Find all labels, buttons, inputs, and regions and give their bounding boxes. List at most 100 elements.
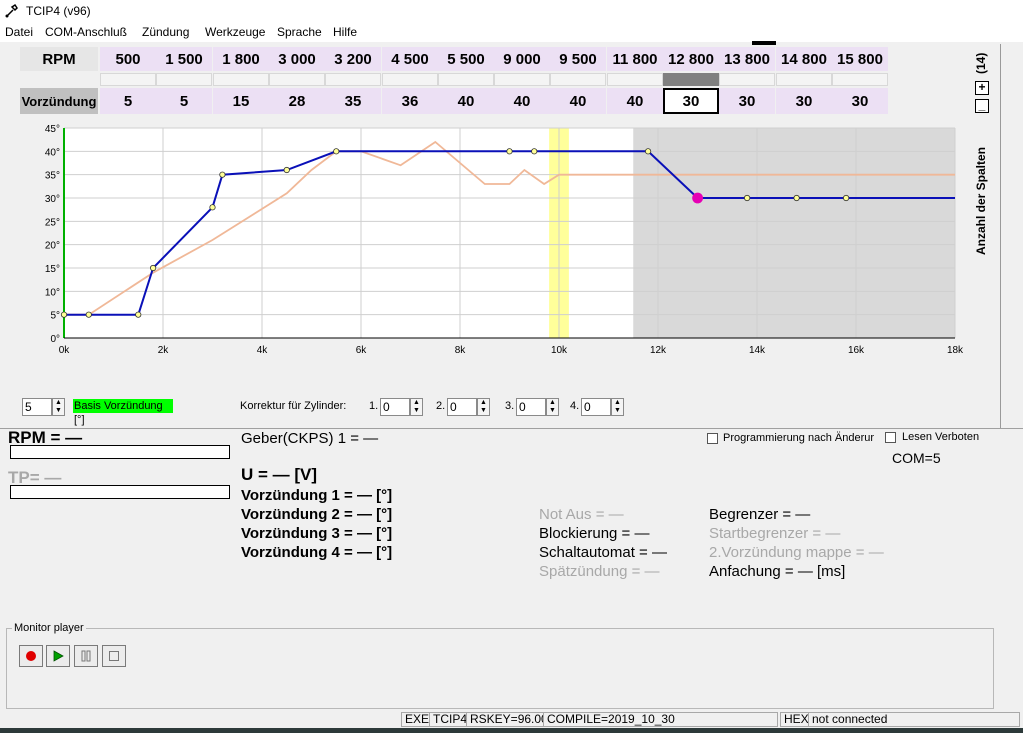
column-selector[interactable] (100, 73, 156, 86)
rpm-cell[interactable]: 9 500 (550, 47, 606, 71)
vorzuendung-cell[interactable]: 5 (100, 88, 156, 114)
vorzuendung-cell[interactable]: 28 (269, 88, 325, 114)
curve-point[interactable] (219, 171, 226, 178)
menu-sprache[interactable]: Sprache (277, 25, 322, 39)
record-icon (26, 651, 36, 661)
menu-werkzeuge[interactable]: Werkzeuge (205, 25, 265, 39)
selected-point[interactable] (692, 192, 703, 204)
rpm-cell[interactable]: 3 000 (269, 47, 325, 71)
vorzuendung-cell[interactable]: 36 (382, 88, 438, 114)
rpm-cell[interactable]: 5 500 (438, 47, 494, 71)
vorzuendung-cell[interactable]: 30 (719, 88, 775, 114)
title-bar: TCIP4 (v96) (0, 0, 1023, 22)
pause-icon (81, 650, 91, 662)
column-selector[interactable] (832, 73, 888, 86)
rpm-cell[interactable]: 15 800 (832, 47, 888, 71)
rpm-cell[interactable]: 9 000 (494, 47, 550, 71)
basis-vorzuendung-label: Basis Vorzündung [°] (73, 399, 173, 426)
vorzuendung-cell[interactable]: 30 (776, 88, 832, 114)
curve-point[interactable] (842, 194, 850, 202)
x-tick-label: 6k (356, 345, 368, 356)
x-tick-label: 12k (650, 345, 667, 356)
column-selector[interactable] (776, 73, 832, 86)
ignition-curve-chart[interactable]: 0k 2k 4k 6k 8k 10k 12k 14k 16k 18k 0° 5° 10° 15° 20° 25… (0, 118, 975, 358)
vorzuendung-cell[interactable]: 40 (607, 88, 663, 114)
rpm-cell[interactable]: 12 800 (663, 47, 719, 71)
pause-button[interactable] (74, 645, 98, 667)
rpm-cell[interactable]: 4 500 (382, 47, 438, 71)
cylinder-4-spinner[interactable]: ▲ ▼ (611, 398, 624, 416)
curve-point[interactable] (283, 166, 290, 174)
vorzuendung-cell[interactable]: 15 (213, 88, 269, 114)
stop-button[interactable] (102, 645, 126, 667)
menu-hilfe[interactable]: Hilfe (333, 25, 357, 39)
taskbar-strip (0, 728, 1023, 733)
vorzuendung-cell[interactable]: 35 (325, 88, 381, 114)
remove-column-button[interactable]: _ (975, 99, 989, 113)
monitor-player-title: Monitor player (12, 622, 86, 634)
cylinder-2-spinner[interactable]: ▲ ▼ (477, 398, 490, 416)
curve-point[interactable] (150, 264, 157, 272)
vorzuendung-mappe-readout: 2.Vorzündung mappe = — (709, 544, 884, 561)
rpm-cell[interactable]: 13 800 (719, 47, 775, 71)
voltage-readout: U = — [V] (241, 465, 318, 484)
column-selector[interactable] (325, 73, 381, 86)
cylinder-2-input[interactable]: 0 (447, 398, 477, 416)
statusbar-rskey: RSKEY=96.00 (466, 712, 552, 727)
vorzuendung-cell-selected[interactable]: 30 (663, 88, 719, 114)
basis-vorzuendung-input[interactable]: 5 (22, 398, 52, 416)
vorzuendung-cell[interactable]: 30 (832, 88, 888, 114)
rpm-cell[interactable]: 3 200 (325, 47, 381, 71)
cylinder-1-spinner[interactable]: ▲ ▼ (410, 398, 423, 416)
divider (0, 428, 1023, 429)
column-selector[interactable] (719, 73, 775, 86)
rpm-cell[interactable]: 1 500 (156, 47, 212, 71)
vorzuendung-cell[interactable]: 40 (438, 88, 494, 114)
rpm-cell[interactable]: 14 800 (776, 47, 832, 71)
column-selector[interactable] (607, 73, 663, 86)
column-selector[interactable] (156, 73, 212, 86)
lesen-verboten-checkbox[interactable] (885, 432, 896, 443)
vorzuendung-cell[interactable]: 40 (550, 88, 606, 114)
cylinder-2-label: 2. (436, 400, 446, 412)
rpm-cell[interactable]: 500 (100, 47, 156, 71)
column-selector[interactable] (382, 73, 438, 86)
add-column-button[interactable]: + (975, 81, 989, 95)
programmierung-checkbox[interactable] (707, 433, 718, 444)
cylinder-1-input[interactable]: 0 (380, 398, 410, 416)
column-selector[interactable] (438, 73, 494, 86)
curve-point[interactable] (793, 194, 800, 202)
cylinder-3-input[interactable]: 0 (516, 398, 546, 416)
curve-point[interactable] (209, 204, 216, 211)
record-button[interactable] (19, 645, 43, 667)
curve-point[interactable] (60, 311, 68, 318)
stop-icon (109, 651, 119, 661)
column-selector[interactable] (494, 73, 550, 86)
vorzuendung-cell[interactable]: 5 (156, 88, 212, 114)
rpm-cell[interactable]: 11 800 (607, 47, 663, 71)
menu-com-anschluss[interactable]: COM-Anschluß (45, 25, 127, 39)
curve-point[interactable] (506, 148, 513, 155)
y-tick-label: 25° (45, 217, 60, 228)
lesen-verboten-label: Lesen Verboten (902, 431, 980, 443)
column-selector[interactable] (663, 73, 719, 86)
y-tick-label: 0° (50, 334, 60, 345)
cylinder-4-input[interactable]: 0 (581, 398, 611, 416)
column-selector[interactable] (269, 73, 325, 86)
curve-point[interactable] (531, 148, 538, 155)
rpm-cell[interactable]: 1 800 (213, 47, 269, 71)
curve-point[interactable] (644, 148, 652, 155)
cylinder-3-spinner[interactable]: ▲ ▼ (546, 398, 559, 416)
column-selector[interactable] (550, 73, 606, 86)
vorzuendung-cell[interactable]: 40 (494, 88, 550, 114)
curve-point[interactable] (135, 311, 142, 318)
play-button[interactable] (46, 645, 70, 667)
menu-zuendung[interactable]: Zündung (142, 25, 189, 39)
basis-spinner[interactable]: ▲ ▼ (52, 398, 65, 416)
column-selector[interactable] (213, 73, 269, 86)
curve-point[interactable] (743, 194, 751, 202)
curve-point[interactable] (85, 311, 92, 318)
menu-datei[interactable]: Datei (5, 25, 33, 39)
rpm-bar (10, 445, 230, 459)
curve-point[interactable] (333, 148, 340, 155)
